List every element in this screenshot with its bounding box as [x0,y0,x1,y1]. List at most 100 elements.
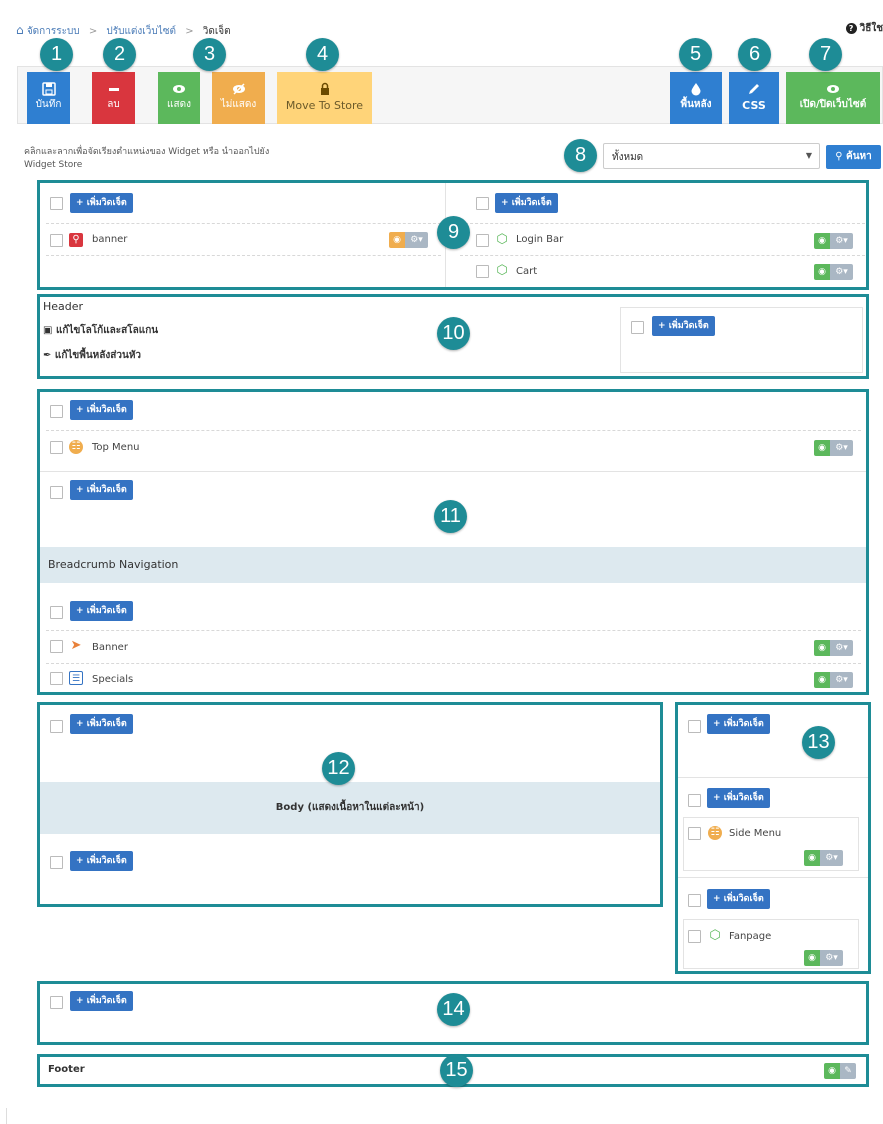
add-widget-button[interactable]: + เพิ่มวิดเจ็ต [652,316,715,336]
visibility-toggle[interactable]: ◉ [814,672,830,688]
background-button[interactable]: พื้นหลัง [670,72,722,124]
move-to-store-button[interactable]: Move To Store [277,72,372,124]
widget-controls: ◉ ⚙▾ [804,950,843,966]
breadcrumb-home[interactable]: จัดการระบบ [27,26,80,37]
show-button[interactable]: แสดง [158,72,200,124]
select-checkbox[interactable] [50,197,63,210]
widget-settings-button[interactable]: ⚙▾ [830,672,853,688]
widget-checkbox[interactable] [50,640,63,653]
toggle-site-button[interactable]: เปิด/ปิดเว็บไซต์ [786,72,880,124]
search-button[interactable]: ⚲ ค้นหา [826,145,881,169]
help-link[interactable]: ? วิธีใช [845,21,883,36]
visibility-toggle[interactable]: ◉ [389,232,405,248]
widget-settings-button[interactable]: ⚙▾ [830,233,853,249]
brush-icon: ✒ [43,350,52,361]
widget-controls: ◉ ⚙▾ [814,233,853,249]
widget-checkbox[interactable] [50,441,63,454]
callout-2: 2 [103,38,136,71]
callout-10: 10 [437,317,470,350]
select-checkbox[interactable] [688,894,701,907]
visibility-toggle[interactable]: ◉ [814,264,830,280]
add-widget-button[interactable]: + เพิ่มวิดเจ็ต [70,601,133,621]
edit-footer-button[interactable]: ✎ [840,1063,856,1079]
breadcrumb-current: วิดเจ็ต [202,26,231,37]
breadcrumb-customize[interactable]: ปรับแต่งเว็บไซต์ [106,26,176,37]
callout-8: 8 [564,139,597,172]
widget-checkbox[interactable] [476,265,489,278]
add-widget-button[interactable]: + เพิ่มวิดเจ็ต [707,714,770,734]
add-widget-label: เพิ่มวิดเจ็ต [86,856,127,866]
body-area: + เพิ่มวิดเจ็ต Body (แสดงเนื้อหาในแต่ละห… [37,702,663,907]
add-widget-label: เพิ่มวิดเจ็ต [86,996,127,1006]
widget-settings-button[interactable]: ⚙▾ [820,850,843,866]
widget-checkbox[interactable] [476,234,489,247]
widget-name-cart: Cart [516,266,538,277]
visibility-toggle[interactable]: ◉ [804,950,820,966]
select-checkbox[interactable] [50,606,63,619]
add-widget-button[interactable]: + เพิ่มวิดเจ็ต [70,480,133,500]
css-button[interactable]: CSS [729,72,779,124]
add-widget-button[interactable]: + เพิ่มวิดเจ็ต [707,788,770,808]
add-widget-button[interactable]: + เพิ่มวิดเจ็ต [707,889,770,909]
add-widget-button[interactable]: + เพิ่มวิดเจ็ต [70,851,133,871]
hide-button[interactable]: ไม่แสดง [212,72,265,124]
select-checkbox[interactable] [50,486,63,499]
widget-controls: ◉ ⚙▾ [814,440,853,456]
css-label: CSS [742,99,766,112]
visibility-toggle[interactable]: ◉ [814,440,830,456]
visibility-toggle[interactable]: ◉ [814,233,830,249]
widget-checkbox[interactable] [688,930,701,943]
add-widget-button[interactable]: + เพิ่มวิดเจ็ต [70,400,133,420]
cube-icon: ⬡ [496,232,508,247]
widget-filter-select[interactable]: ทั้งหมด ▼ [603,143,820,169]
sidebar-area: + เพิ่มวิดเจ็ต + เพิ่มวิดเจ็ต ☷ Side Men… [675,702,871,974]
add-widget-button[interactable]: + เพิ่มวิดเจ็ต [70,193,133,213]
widget-controls: ◉ ⚙▾ [804,850,843,866]
lock-icon [277,77,372,99]
add-widget-button[interactable]: + เพิ่มวิดเจ็ต [70,991,133,1011]
select-checkbox[interactable] [50,856,63,869]
visibility-toggle[interactable]: ◉ [804,850,820,866]
widget-checkbox[interactable] [50,234,63,247]
widget-checkbox[interactable] [688,827,701,840]
edit-logo-link[interactable]: ▣ แก้ไขโลโก้และสโลแกน [43,323,158,338]
widget-name-banner: banner [92,234,128,245]
select-checkbox[interactable] [631,321,644,334]
widget-settings-button[interactable]: ⚙▾ [820,950,843,966]
save-button[interactable]: บันทึก [27,72,70,124]
add-widget-button[interactable]: + เพิ่มวิดเจ็ต [70,714,133,734]
select-checkbox[interactable] [688,720,701,733]
select-checkbox[interactable] [476,197,489,210]
visibility-toggle[interactable]: ◉ [824,1063,840,1079]
widget-settings-button[interactable]: ⚙▾ [830,264,853,280]
edit-header-bg-link[interactable]: ✒ แก้ไขพื้นหลังส่วนหัว [43,348,141,363]
widget-checkbox[interactable] [50,672,63,685]
widget-name-fanpage: Fanpage [729,931,772,942]
add-widget-label: เพิ่มวิดเจ็ต [668,321,709,331]
megaphone-icon: ➤ [70,638,82,653]
callout-12: 12 [322,752,355,785]
footer-title: Footer [48,1064,85,1075]
save-label: บันทึก [35,99,62,110]
widget-name-side-menu: Side Menu [729,828,782,839]
instructions-text: คลิกและลากเพื่อจัดเรียงตำแหน่งของ Widget… [24,147,270,171]
add-widget-label: เพิ่มวิดเจ็ต [86,405,127,415]
select-checkbox[interactable] [50,405,63,418]
select-checkbox[interactable] [50,720,63,733]
select-checkbox[interactable] [50,996,63,1009]
add-widget-label: เพิ่มวิดเจ็ต [723,894,764,904]
cube-icon: ⬡ [709,928,721,943]
add-widget-button[interactable]: + เพิ่มวิดเจ็ต [495,193,558,213]
list-icon: ☰ [69,671,83,685]
widget-settings-button[interactable]: ⚙▾ [830,640,853,656]
search-label: ค้นหา [846,151,872,162]
select-checkbox[interactable] [688,794,701,807]
visibility-toggle[interactable]: ◉ [814,640,830,656]
widget-settings-button[interactable]: ⚙▾ [405,232,428,248]
show-label: แสดง [167,99,191,110]
divider [46,255,441,256]
question-icon: ? [845,23,857,34]
widget-settings-button[interactable]: ⚙▾ [830,440,853,456]
delete-button[interactable]: ลบ [92,72,135,124]
home-icon[interactable]: ⌂ [16,23,24,37]
